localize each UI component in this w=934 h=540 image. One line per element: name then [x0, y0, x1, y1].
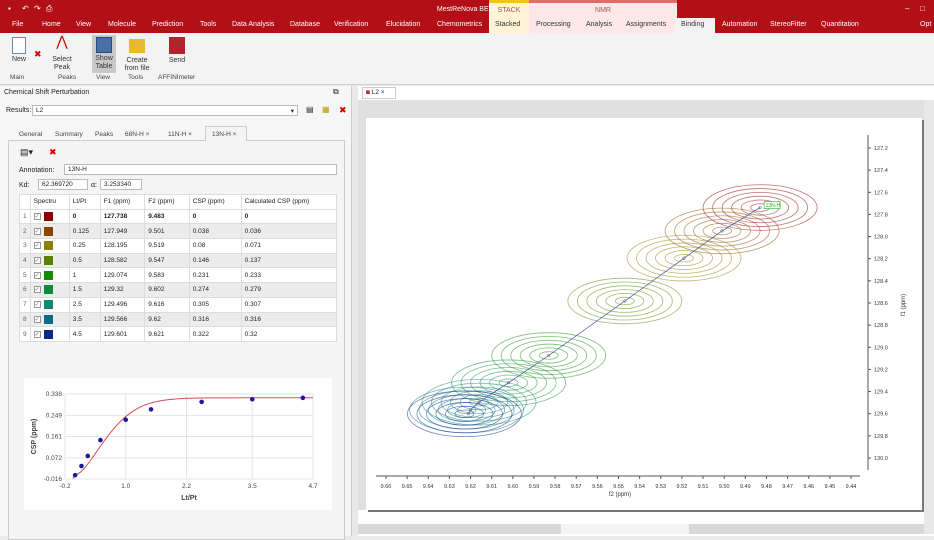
f1-tick-label: 129.4 [874, 390, 888, 396]
menu-view[interactable]: View [76, 21, 91, 28]
f2-tick-label: 9.56 [592, 484, 603, 490]
f1-tick-label: 129.2 [874, 367, 888, 373]
menu-file[interactable]: File [12, 21, 23, 28]
f1-tick-label: 128.4 [874, 279, 888, 285]
menu-elucidation[interactable]: Elucidation [386, 21, 420, 28]
contour-level [712, 188, 809, 227]
contour-plot: 9.66 9.65 9.64 9.63 9.62 9.61 9.60 9.59 9.58 9.57… [376, 135, 907, 498]
menu-verification[interactable]: Verification [334, 21, 368, 28]
f1-tick-label: 130.0 [874, 456, 888, 462]
menu-binding[interactable]: Binding [681, 21, 704, 28]
f2-tick-label: 9.52 [677, 484, 688, 490]
f2-tick-label: 9.49 [740, 484, 751, 490]
f2-tick-label: 9.59 [529, 484, 540, 490]
menu-processing[interactable]: Processing [536, 21, 571, 28]
f2-tick-label: 9.53 [655, 484, 666, 490]
f1-tick-label: 128.0 [874, 235, 888, 241]
f2-axis-label: f2 (ppm) [609, 492, 631, 498]
f2-tick-label: 9.60 [507, 484, 518, 490]
menu-data-analysis[interactable]: Data Analysis [232, 21, 274, 28]
f2-tick-label: 9.45 [825, 484, 836, 490]
f1-tick-label: 129.0 [874, 345, 888, 351]
f2-tick-label: 9.65 [402, 484, 413, 490]
f1-tick-label: 127.4 [874, 168, 888, 174]
menu-tools[interactable]: Tools [200, 21, 216, 28]
menu-molecule[interactable]: Molecule [108, 21, 136, 28]
f1-tick-label: 128.8 [874, 323, 888, 329]
f2-tick-label: 9.54 [634, 484, 645, 490]
menu-prediction[interactable]: Prediction [152, 21, 183, 28]
f2-tick-label: 9.48 [761, 484, 772, 490]
f1-tick-label: 127.6 [874, 190, 888, 196]
menu-home[interactable]: Home [42, 21, 61, 28]
menu-database[interactable]: Database [290, 21, 320, 28]
f2-tick-label: 9.61 [486, 484, 497, 490]
menu-chemometrics[interactable]: Chemometrics [437, 21, 482, 28]
f2-tick-label: 9.62 [465, 484, 476, 490]
contour-level [721, 191, 799, 224]
f2-tick-label: 9.51 [698, 484, 709, 490]
f2-tick-label: 9.55 [613, 484, 624, 490]
f2-tick-label: 9.50 [719, 484, 730, 490]
peak-label[interactable]: 13N-H [766, 203, 781, 209]
menu-stacked[interactable]: Stacked [495, 21, 520, 28]
f2-tick-label: 9.63 [444, 484, 455, 490]
menu-automation[interactable]: Automation [722, 21, 757, 28]
f1-tick-label: 127.8 [874, 212, 888, 218]
f1-axis-label: f1 (ppm) [901, 294, 907, 316]
f1-tick-label: 129.6 [874, 412, 888, 418]
f2-tick-label: 9.64 [423, 484, 434, 490]
f2-tick-label: 9.66 [381, 484, 392, 490]
f1-tick-label: 128.2 [874, 257, 888, 263]
menu-stereofitter[interactable]: StereoFitter [770, 21, 807, 28]
f2-tick-label: 9.57 [571, 484, 582, 490]
f1-tick-label: 127.2 [874, 146, 888, 152]
menu-assignments[interactable]: Assignments [626, 21, 666, 28]
f2-tick-label: 9.47 [782, 484, 793, 490]
menu-analysis[interactable]: Analysis [586, 21, 612, 28]
f2-tick-label: 9.44 [846, 484, 857, 490]
menu-opt[interactable]: Opt [920, 21, 931, 28]
menu-quantitation[interactable]: Quantitation [821, 21, 859, 28]
f1-tick-label: 128.6 [874, 301, 888, 307]
f1-tick-label: 129.8 [874, 434, 888, 440]
f2-tick-label: 9.46 [803, 484, 814, 490]
f2-tick-label: 9.58 [550, 484, 561, 490]
